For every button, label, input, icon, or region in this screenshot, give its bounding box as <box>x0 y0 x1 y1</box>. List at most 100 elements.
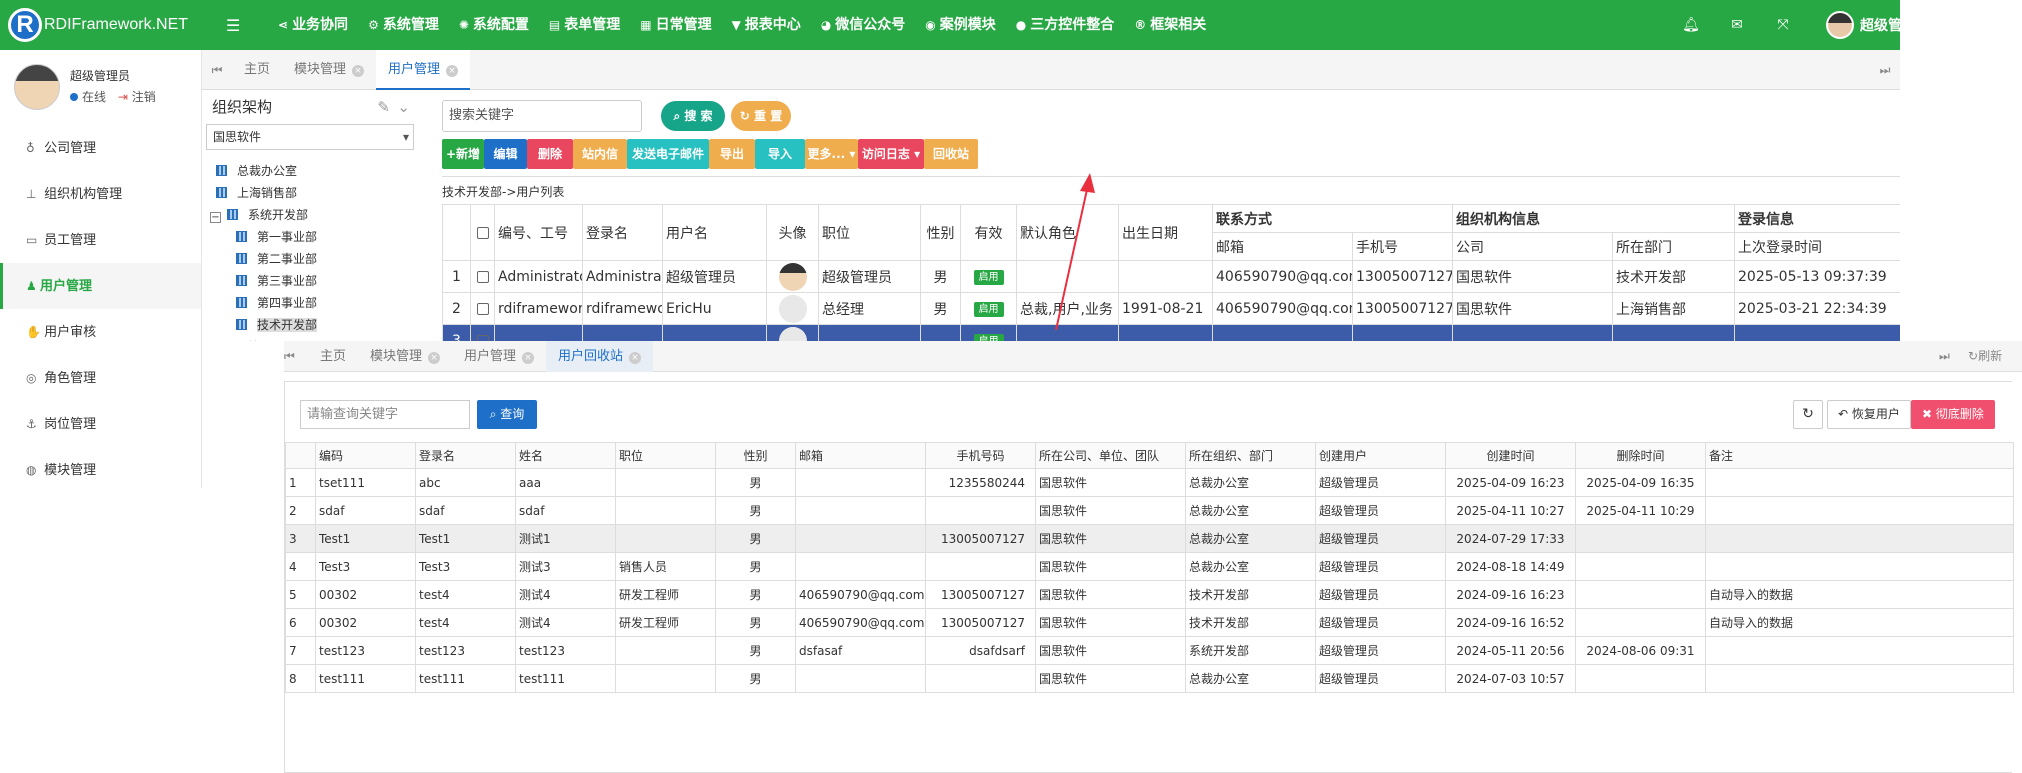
col-enabled[interactable]: 有效 <box>960 204 1017 261</box>
col-username[interactable]: 用户名 <box>662 204 767 261</box>
tree-node[interactable]: 第三事业部 <box>202 270 418 292</box>
tab-module[interactable]: 模块管理 × <box>358 341 452 372</box>
refresh-button[interactable]: ↻ <box>1793 400 1823 429</box>
close-icon[interactable]: × <box>446 65 459 77</box>
row-checkbox[interactable] <box>476 302 489 315</box>
delete-button[interactable]: 删除 <box>527 139 573 169</box>
col-dept[interactable]: 所在部门 <box>1612 232 1735 261</box>
recycle-col-header[interactable]: 手机号码 <box>925 442 1036 469</box>
tab-recycle[interactable]: 用户回收站 × <box>546 341 654 372</box>
message-button[interactable]: 站内信 <box>573 139 627 169</box>
col-sex[interactable]: 性别 <box>920 204 961 261</box>
user-avatar[interactable] <box>1826 11 1854 39</box>
tree-node[interactable]: − 系统开发部 <box>202 204 418 226</box>
table-row[interactable]: 3 Test1 Test1 测试1 男 13005007127 国思软件 总裁办公室 超级管理员… <box>285 524 2014 553</box>
table-row[interactable]: 7 test123 test123 test123 男 dsfasaf dsafdsarf 国… <box>285 636 2014 665</box>
send-email-button[interactable]: 发送电子邮件 <box>627 139 709 169</box>
col-last-login[interactable]: 上次登录时间 <box>1734 232 1900 261</box>
topnav-item[interactable]: ® 框架相关 <box>1124 0 1216 50</box>
sidebar-item-user-audit[interactable]: ✋ 用户审核 <box>0 309 201 355</box>
table-row[interactable]: 1AdministratorAdministrator超级管理员超级管理员男启用… <box>442 260 1900 293</box>
tree-node[interactable]: 第一事业部 <box>202 226 418 248</box>
table-row[interactable]: 1 tset111 abc aaa 男 1235580244 国思软件 总裁办公室 超级管理员 2… <box>285 468 2014 497</box>
recycle-col-header[interactable]: 登录名 <box>415 442 516 469</box>
row-checkbox[interactable] <box>476 270 489 283</box>
recycle-col-header[interactable] <box>285 442 316 469</box>
recycle-col-header[interactable]: 创建时间 <box>1445 442 1576 469</box>
query-input[interactable]: 请输查询关键字 <box>300 400 470 429</box>
table-row[interactable]: 3启用 <box>442 324 1900 341</box>
tree-node[interactable]: 技术开发部 <box>202 314 418 336</box>
logo[interactable]: R RDIFramework.NET <box>8 8 188 42</box>
table-row[interactable]: 2rdiframeworkrdiframeworkEricHu总经理男启用总裁,… <box>442 292 1900 325</box>
table-row[interactable]: 6 00302 test4 测试4 研发工程师男 406590790@qq.com 1300… <box>285 608 2014 637</box>
envelope-icon[interactable]: ✉ <box>1714 17 1760 33</box>
more-button[interactable]: 更多... ▾ <box>805 139 858 169</box>
search-button[interactable]: ⌕ 搜 索 <box>661 101 725 131</box>
sidebar-item-staff[interactable]: ▭ 员工管理 <box>0 217 201 263</box>
sidebar-item-posts[interactable]: ⚓ 岗位管理 <box>0 401 201 447</box>
sidebar-item-organization[interactable]: ⊥ 组织机构管理 <box>0 171 201 217</box>
topnav-item[interactable]: ⋖ 业务协同 <box>268 0 358 50</box>
recycle-bin-button[interactable]: 回收站 <box>924 139 978 169</box>
table-row[interactable]: 5 00302 test4 测试4 研发工程师男 406590790@qq.com 1300… <box>285 580 2014 609</box>
col-login[interactable]: 登录名 <box>582 204 663 261</box>
tab-refresh[interactable]: ↻刷新 <box>1968 341 2002 372</box>
collapse-icon[interactable]: − <box>210 212 221 223</box>
bell-icon[interactable]: 🔔︎ <box>1668 17 1714 33</box>
topnav-item[interactable]: ▼ 报表中心 <box>722 0 811 50</box>
table-row[interactable]: 8 test111 test111 test111 男国思软件 总裁办公室 超级管理员 202… <box>285 664 2014 693</box>
tree-node[interactable]: 总裁办公室 <box>202 160 418 182</box>
col-code[interactable]: 编号、工号 <box>494 204 583 261</box>
sidebar-item-roles[interactable]: ◎ 角色管理 <box>0 355 201 401</box>
logout-icon[interactable]: ⇥ <box>118 90 128 104</box>
col-phone[interactable]: 手机号 <box>1352 232 1453 261</box>
recycle-col-header[interactable]: 删除时间 <box>1575 442 1706 469</box>
close-icon[interactable]: × <box>428 352 441 364</box>
sidebar-item-modules[interactable]: ◍ 模块管理 <box>0 447 201 493</box>
col-company[interactable]: 公司 <box>1452 232 1613 261</box>
col-avatar[interactable]: 头像 <box>766 204 819 261</box>
topnav-item[interactable]: ⚙ 系统管理 <box>358 0 449 50</box>
topnav-item[interactable]: ◕ 微信公众号 <box>811 0 915 50</box>
sidebar-item-company[interactable]: ♁ 公司管理 <box>0 125 201 171</box>
recycle-col-header[interactable]: 所在公司、单位、团队 <box>1035 442 1186 469</box>
recycle-col-header[interactable]: 职位 <box>615 442 716 469</box>
tab-home[interactable]: 主页 <box>308 341 358 372</box>
user-name[interactable]: 超级管理员 <box>1860 15 1900 35</box>
tab-next-icon[interactable]: ⏭ <box>1939 341 1950 372</box>
logout-link[interactable]: 注销 <box>132 90 156 104</box>
select-all-checkbox[interactable] <box>476 226 489 239</box>
tab-next-icon[interactable]: ⏭ <box>1870 50 1900 90</box>
edit-icon[interactable]: ✎ <box>377 90 390 124</box>
tab-home[interactable]: 主页 <box>232 50 282 90</box>
tab-module[interactable]: 模块管理 × <box>282 50 376 90</box>
tree-node[interactable]: 第二事业部 <box>202 248 418 270</box>
topnav-item[interactable]: ▦ 日常管理 <box>630 0 721 50</box>
table-row[interactable]: 2 sdaf sdaf sdaf 男国思软件 总裁办公室 超级管理员 2025-04-11 1… <box>285 496 2014 525</box>
col-birth[interactable]: 出生日期 <box>1118 204 1213 261</box>
topnav-item[interactable]: ◉ 案例模块 <box>915 0 1005 50</box>
recycle-col-header[interactable]: 性别 <box>715 442 796 469</box>
topnav-item[interactable]: ● 三方控件整合 <box>1006 0 1124 50</box>
col-title[interactable]: 职位 <box>818 204 921 261</box>
access-log-button[interactable]: 访问日志 ▾ <box>858 139 924 169</box>
query-button[interactable]: ⌕ 查询 <box>477 400 537 429</box>
close-icon[interactable]: × <box>522 352 535 364</box>
recycle-col-header[interactable]: 创建用户 <box>1315 442 1446 469</box>
table-row[interactable]: 4 Test3 Test3 测试3 销售人员男国思软件 总裁办公室 超级管理员 2024-08… <box>285 552 2014 581</box>
org-company-select[interactable]: 国思软件 <box>206 124 414 150</box>
close-icon[interactable]: × <box>352 65 365 77</box>
recycle-col-header[interactable]: 编码 <box>315 442 416 469</box>
recycle-col-header[interactable]: 备注 <box>1705 442 2014 469</box>
col-email[interactable]: 邮箱 <box>1212 232 1353 261</box>
tab-prev-icon[interactable]: ⏮ <box>202 50 232 90</box>
recycle-col-header[interactable]: 邮箱 <box>795 442 926 469</box>
add-button[interactable]: +新增 <box>442 139 484 169</box>
purge-button[interactable]: ✖ 彻底删除 <box>1911 400 1995 429</box>
tab-user[interactable]: 用户管理 × <box>376 50 471 90</box>
recycle-col-header[interactable]: 所在组织、部门 <box>1185 442 1316 469</box>
menu-toggle-icon[interactable]: ☰ <box>226 16 240 35</box>
tree-node[interactable]: 第四事业部 <box>202 292 418 314</box>
restore-user-button[interactable]: ↶ 恢复用户 <box>1827 400 1911 429</box>
